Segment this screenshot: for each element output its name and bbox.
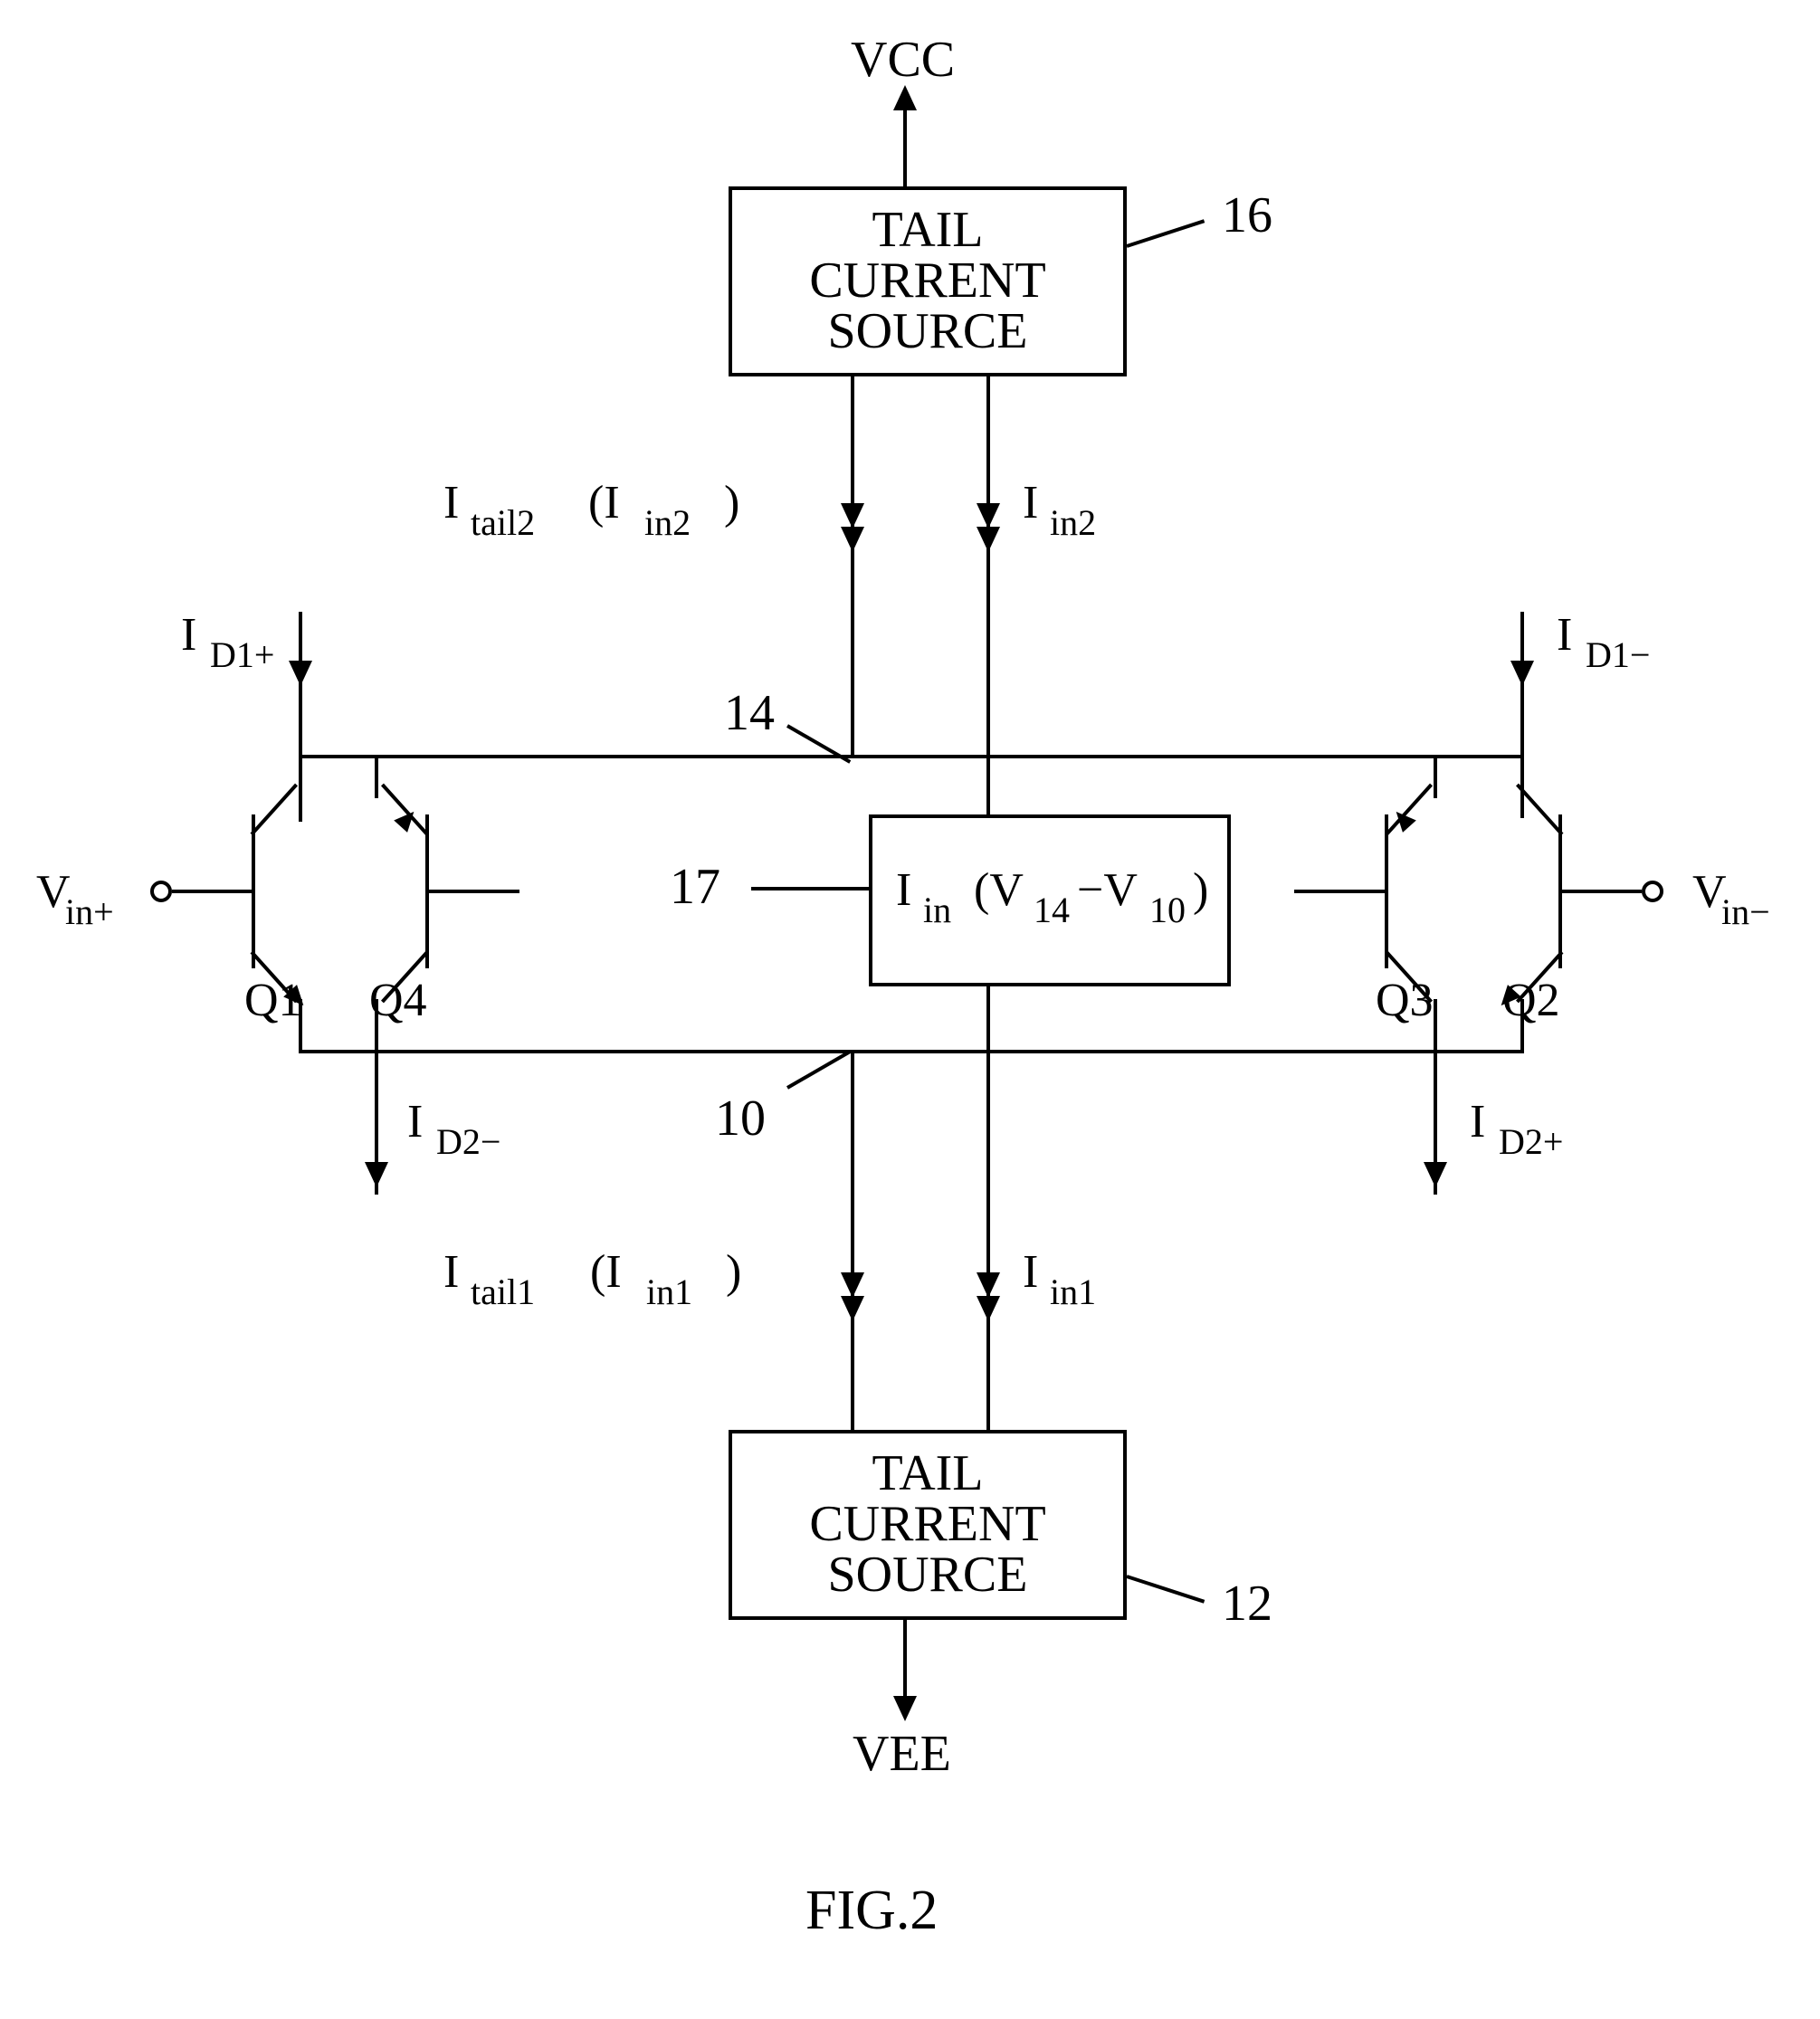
lbl-itail2-par-close: ) <box>724 480 739 527</box>
wire-bus-14 <box>299 755 1520 758</box>
label-vcc: VCC <box>851 34 955 85</box>
lbl-comp-close: ) <box>1193 867 1208 914</box>
block-tail-bot: TAIL CURRENT SOURCE <box>729 1430 1127 1620</box>
refnum-16: 16 <box>1222 190 1272 241</box>
q1-base <box>172 890 252 893</box>
lbl-comp-asub: 14 <box>1034 892 1070 929</box>
lbl-id1m-a: I <box>1557 612 1572 659</box>
arrow-vee <box>893 1696 917 1721</box>
lbl-q1: Q1 <box>244 977 302 1024</box>
lbl-id1m-sub: D1− <box>1586 637 1650 673</box>
arrow-id1m <box>1510 661 1534 686</box>
term-vinminus <box>1642 881 1663 902</box>
q3-col-down <box>1434 999 1437 1053</box>
lbl-iin2-I: I <box>1023 480 1038 527</box>
arrow-vcc-up <box>893 85 917 110</box>
lbl-itail1-sub: tail1 <box>471 1274 535 1310</box>
arrow-itail1b <box>841 1272 864 1298</box>
lbl-comp-bsub: 10 <box>1149 892 1186 929</box>
lbl-itail2-sub: tail2 <box>471 505 535 541</box>
q1-em-down <box>299 999 302 1053</box>
lbl-id2p-sub: D2+ <box>1499 1124 1563 1160</box>
lbl-comp-I: I <box>896 867 911 914</box>
lbl-vinplus-sub: in+ <box>65 894 114 930</box>
arrow-iin1 <box>977 1296 1000 1321</box>
label-vee: VEE <box>853 1729 951 1779</box>
q4-base <box>429 890 519 893</box>
wire-tail2-right <box>986 376 990 757</box>
arrow-id1p <box>289 661 312 686</box>
lbl-itail2-par: (I <box>588 480 620 527</box>
q3-bar <box>1385 814 1388 968</box>
wire-comp-top <box>986 755 990 814</box>
wire-vee <box>903 1620 907 1701</box>
q1-bar <box>252 814 255 968</box>
arrow-itail1 <box>841 1296 864 1321</box>
lbl-comp-mid: −V <box>1077 867 1138 914</box>
lbl-iin1-sub: in1 <box>1050 1274 1096 1310</box>
lbl-id2m-sub: D2− <box>436 1124 500 1160</box>
arrow-itail2 <box>841 527 864 552</box>
lbl-comp-sub: in <box>923 892 951 929</box>
lbl-q3: Q3 <box>1376 977 1434 1024</box>
arrow-id2p <box>1424 1162 1447 1187</box>
lbl-id1p-a: I <box>181 612 196 659</box>
q4-col-down <box>375 999 378 1053</box>
q1-col <box>251 784 298 836</box>
refnum-14: 14 <box>724 688 775 738</box>
refnum-10: 10 <box>715 1093 766 1144</box>
lbl-vinminus-sub: in− <box>1721 894 1770 930</box>
q2-base <box>1562 890 1642 893</box>
arrow-iin2b <box>977 503 1000 529</box>
lbl-comp-arg-a: (V <box>974 867 1024 914</box>
lbl-id1p-sub: D1+ <box>210 637 274 673</box>
lbl-itail1-I: I <box>443 1249 459 1296</box>
lbl-id2m-a: I <box>407 1099 423 1146</box>
lbl-id2p-a: I <box>1470 1099 1485 1146</box>
wire-comp-bot <box>986 986 990 1050</box>
lbl-iin1-I: I <box>1023 1249 1038 1296</box>
term-vinplus <box>150 881 172 902</box>
wire-tail1-right <box>986 1050 990 1430</box>
arrow-iin1b <box>977 1272 1000 1298</box>
leader-10 <box>786 1050 851 1089</box>
wire-bus-10 <box>299 1050 1520 1053</box>
lbl-q2: Q2 <box>1502 977 1560 1024</box>
leader-12 <box>1126 1575 1205 1604</box>
leader-17 <box>751 887 869 890</box>
wire-tail1-left <box>851 1050 854 1430</box>
arrow-iin2 <box>977 527 1000 552</box>
q4-up <box>375 755 378 798</box>
wire-q1c <box>299 755 302 818</box>
q1-dot <box>299 818 302 822</box>
refnum-17: 17 <box>670 862 720 912</box>
q3-em <box>1386 784 1433 836</box>
wire-vcc <box>903 107 907 188</box>
figure-caption: FIG.2 <box>805 1882 938 1938</box>
lbl-itail2-I: I <box>443 480 459 527</box>
lbl-itail1-par: (I <box>590 1249 622 1296</box>
q2-em-down <box>1520 999 1524 1053</box>
arrow-itail2b <box>841 503 864 529</box>
leader-16 <box>1126 219 1205 248</box>
wire-tail2-left <box>851 376 854 757</box>
refnum-12: 12 <box>1222 1578 1272 1629</box>
q3-base <box>1294 890 1385 893</box>
label-tail-bot: TAIL CURRENT SOURCE <box>732 1448 1123 1600</box>
lbl-iin2-sub: in2 <box>1050 505 1096 541</box>
label-tail-top: TAIL CURRENT SOURCE <box>732 205 1123 357</box>
arrow-id2m <box>365 1162 388 1187</box>
q4-em-arrow <box>394 805 421 833</box>
block-tail-top: TAIL CURRENT SOURCE <box>729 186 1127 376</box>
lbl-itail2-par-sub: in2 <box>644 505 691 541</box>
lbl-itail1-par-sub: in1 <box>646 1274 692 1310</box>
lbl-itail1-par-close: ) <box>726 1249 741 1296</box>
q3-up <box>1434 755 1437 798</box>
